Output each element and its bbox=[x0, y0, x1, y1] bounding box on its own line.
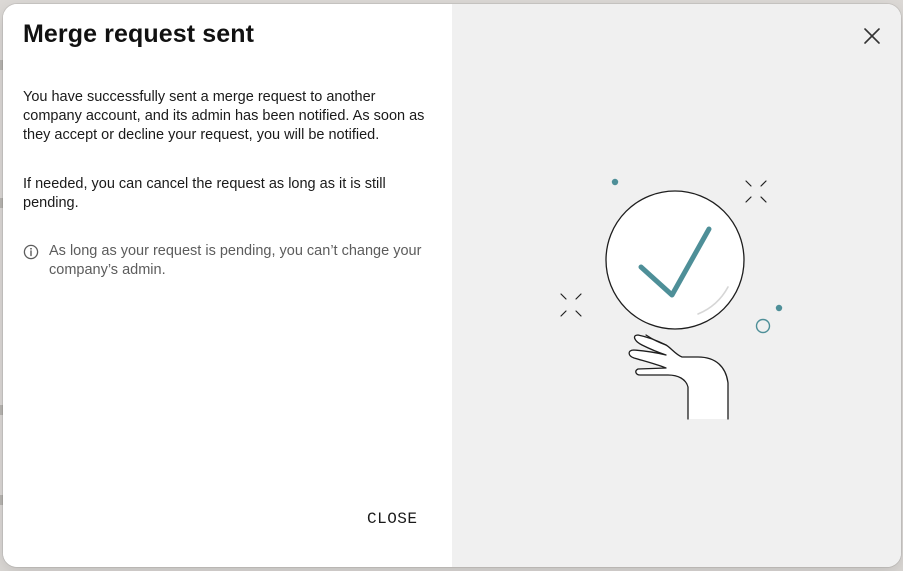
accent-ring bbox=[755, 318, 771, 334]
dialog-title: Merge request sent bbox=[23, 20, 255, 48]
checkmark-in-hand-illustration bbox=[560, 178, 783, 420]
accent-dot bbox=[775, 304, 783, 312]
info-note: As long as your request is pending, you … bbox=[23, 242, 423, 280]
merge-request-dialog: Merge request sent You have successfully… bbox=[3, 4, 901, 567]
accent-dot bbox=[611, 178, 619, 186]
dialog-content-pane: Merge request sent You have successfully… bbox=[3, 4, 452, 567]
check-circle bbox=[605, 190, 745, 330]
cancel-hint: If needed, you can cancel the request as… bbox=[23, 176, 386, 211]
sparkle-icon bbox=[560, 293, 582, 317]
info-note-text: As long as your request is pending, you … bbox=[49, 243, 422, 278]
close-x-icon[interactable] bbox=[861, 25, 883, 47]
sparkle-icon bbox=[745, 180, 767, 203]
close-button[interactable]: CLOSE bbox=[361, 508, 424, 530]
info-circle-icon bbox=[23, 244, 39, 260]
hand-icon bbox=[628, 334, 729, 420]
success-message: You have successfully sent a merge reque… bbox=[23, 89, 425, 143]
illustration-pane bbox=[452, 4, 901, 567]
